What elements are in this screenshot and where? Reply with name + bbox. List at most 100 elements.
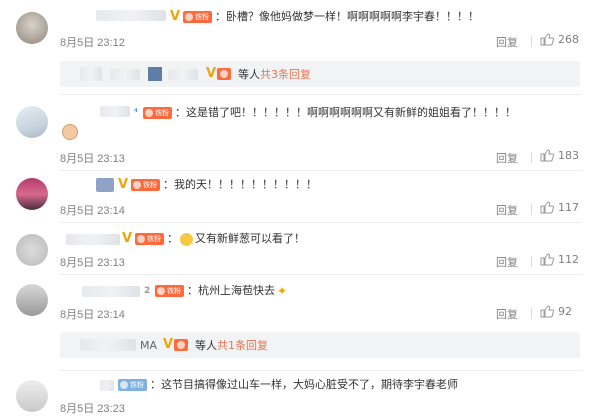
comment-time: 8月5日 23:14: [60, 309, 125, 321]
fan-badge: 铁粉: [183, 11, 212, 23]
username[interactable]: [100, 106, 130, 117]
divider: [60, 370, 582, 371]
avatar[interactable]: [16, 234, 48, 266]
heart-icon: [133, 181, 141, 189]
thumbs-up-icon: [540, 33, 554, 46]
verified-v-icon: V: [170, 9, 181, 24]
divider: [60, 222, 582, 223]
sub-reply-prefix: 等人: [238, 68, 260, 81]
comment-line: V 铁粉 ： 又有新鲜葱可以看了！: [122, 230, 305, 248]
comment-text: 又有新鲜葱可以看了！: [195, 232, 305, 245]
username[interactable]: [96, 10, 166, 21]
verified-v-icon: V: [206, 66, 217, 81]
like-button[interactable]: 92: [540, 305, 572, 318]
emoji-icon: [180, 232, 193, 246]
avatar[interactable]: [16, 380, 48, 412]
like-count: 112: [558, 253, 579, 266]
reply-button[interactable]: 回复: [496, 34, 518, 50]
like-count: 183: [558, 149, 579, 162]
heart-icon: [145, 109, 153, 117]
sub-reply-avatars: [110, 68, 140, 80]
comment-time: 8月5日 23:14: [60, 205, 125, 217]
like-button[interactable]: 112: [540, 253, 579, 266]
fan-badge: [174, 339, 189, 351]
avatar[interactable]: [16, 12, 48, 44]
comment-text: ：我的天！！！！！！！！！！: [163, 178, 317, 191]
comment-text: ：这节目搞得像过山车一样，大妈心脏受不了，期待李宇春老师: [150, 378, 458, 391]
sub-reply-summary[interactable]: V 等人 共3条回复: [60, 61, 580, 87]
sub-reply-avatars: [148, 67, 162, 81]
sub-reply-avatars: [168, 68, 198, 80]
username[interactable]: [96, 178, 114, 192]
fan-badge: [217, 68, 231, 80]
heart-icon: [185, 13, 193, 21]
username[interactable]: [100, 380, 114, 391]
sub-reply-avatars: [80, 339, 136, 351]
comment-text: ：杭州上海苞快去: [187, 284, 275, 297]
comment-time: 8月5日 23:23: [60, 403, 125, 415]
verified-v-icon: 2: [144, 286, 151, 296]
like-count: 117: [558, 201, 579, 214]
cheer-emoji-icon: ✦: [277, 284, 288, 298]
comment-line: ⁴ 铁粉 ：这是错了吧！！！！！！啊啊啊啊啊啊又有新鲜的姐姐看了！！！！: [134, 104, 516, 122]
avatar[interactable]: [16, 178, 48, 210]
username[interactable]: [82, 286, 140, 297]
fan-badge-label: 铁粉: [195, 13, 209, 21]
verified-v-icon: V: [122, 231, 133, 246]
comment-time: 8月5日 23:13: [60, 153, 125, 165]
comment-text: ：卧槽？像他妈做梦一样！啊啊啊啊啊李宇春！！！！: [215, 10, 479, 23]
fan-badge: 铁粉: [143, 107, 172, 119]
reply-button[interactable]: 回复: [496, 202, 518, 218]
username[interactable]: [66, 234, 120, 245]
comment-line: 铁粉 ：这节目搞得像过山车一样，大妈心脏受不了，期待李宇春老师: [118, 376, 458, 394]
comment-time: 8月5日 23:13: [60, 257, 125, 269]
divider: [60, 274, 582, 275]
avatar[interactable]: [16, 106, 48, 138]
thumbs-up-icon: [540, 149, 554, 162]
like-count: 92: [558, 305, 572, 318]
comment-time: 8月5日 23:12: [60, 37, 125, 49]
heart-icon: [120, 381, 128, 389]
fan-badge-label: 铁粉: [155, 109, 169, 117]
divider: [531, 256, 532, 267]
comment-text: ：这是错了吧！！！！！！啊啊啊啊啊啊又有新鲜的姐姐看了！！！！: [175, 106, 516, 119]
fan-badge: 铁粉: [118, 379, 147, 391]
fan-badge-label: 铁粉: [167, 287, 181, 295]
like-button[interactable]: 268: [540, 33, 579, 46]
divider: [60, 170, 582, 171]
divider: [531, 308, 532, 319]
fan-badge-label: 铁粉: [130, 381, 144, 389]
sub-reply-name: MA: [140, 338, 158, 352]
like-button[interactable]: 117: [540, 201, 579, 214]
fan-badge: 铁粉: [155, 285, 184, 297]
heart-icon: [137, 235, 145, 243]
avatar[interactable]: [16, 284, 48, 316]
like-button[interactable]: 183: [540, 149, 579, 162]
sticker-icon: [62, 124, 78, 140]
thumbs-up-icon: [540, 201, 554, 214]
reply-button[interactable]: 回复: [496, 150, 518, 166]
comment-line: V 铁粉 ：卧槽？像他妈做梦一样！啊啊啊啊啊李宇春！！！！: [170, 8, 479, 26]
sub-reply-link[interactable]: 共3条回复: [260, 66, 311, 82]
thumbs-up-icon: [540, 253, 554, 266]
comment-line: V 铁粉 ：我的天！！！！！！！！！！: [118, 176, 317, 194]
sub-reply-prefix: 等人: [195, 339, 218, 352]
verified-v-icon: ⁴: [134, 108, 138, 118]
sub-reply-link[interactable]: 共1条回复: [217, 337, 268, 353]
sub-reply-avatars: [80, 67, 102, 81]
sub-reply-summary[interactable]: MA V 等人 共1条回复: [60, 332, 580, 358]
fan-badge-label: 铁粉: [143, 181, 157, 189]
divider: [531, 204, 532, 215]
heart-icon: [220, 70, 228, 78]
reply-button[interactable]: 回复: [496, 306, 518, 322]
fan-badge: 铁粉: [135, 233, 164, 245]
verified-v-icon: V: [118, 177, 129, 192]
divider: [60, 94, 582, 95]
heart-icon: [157, 287, 165, 295]
comment-prefix: ：: [167, 232, 178, 245]
comment-line: 2 铁粉 ：杭州上海苞快去 ✦: [144, 282, 287, 300]
reply-button[interactable]: 回复: [496, 254, 518, 270]
fan-badge: 铁粉: [131, 179, 160, 191]
like-count: 268: [558, 33, 579, 46]
fan-badge-label: 铁粉: [147, 235, 161, 243]
